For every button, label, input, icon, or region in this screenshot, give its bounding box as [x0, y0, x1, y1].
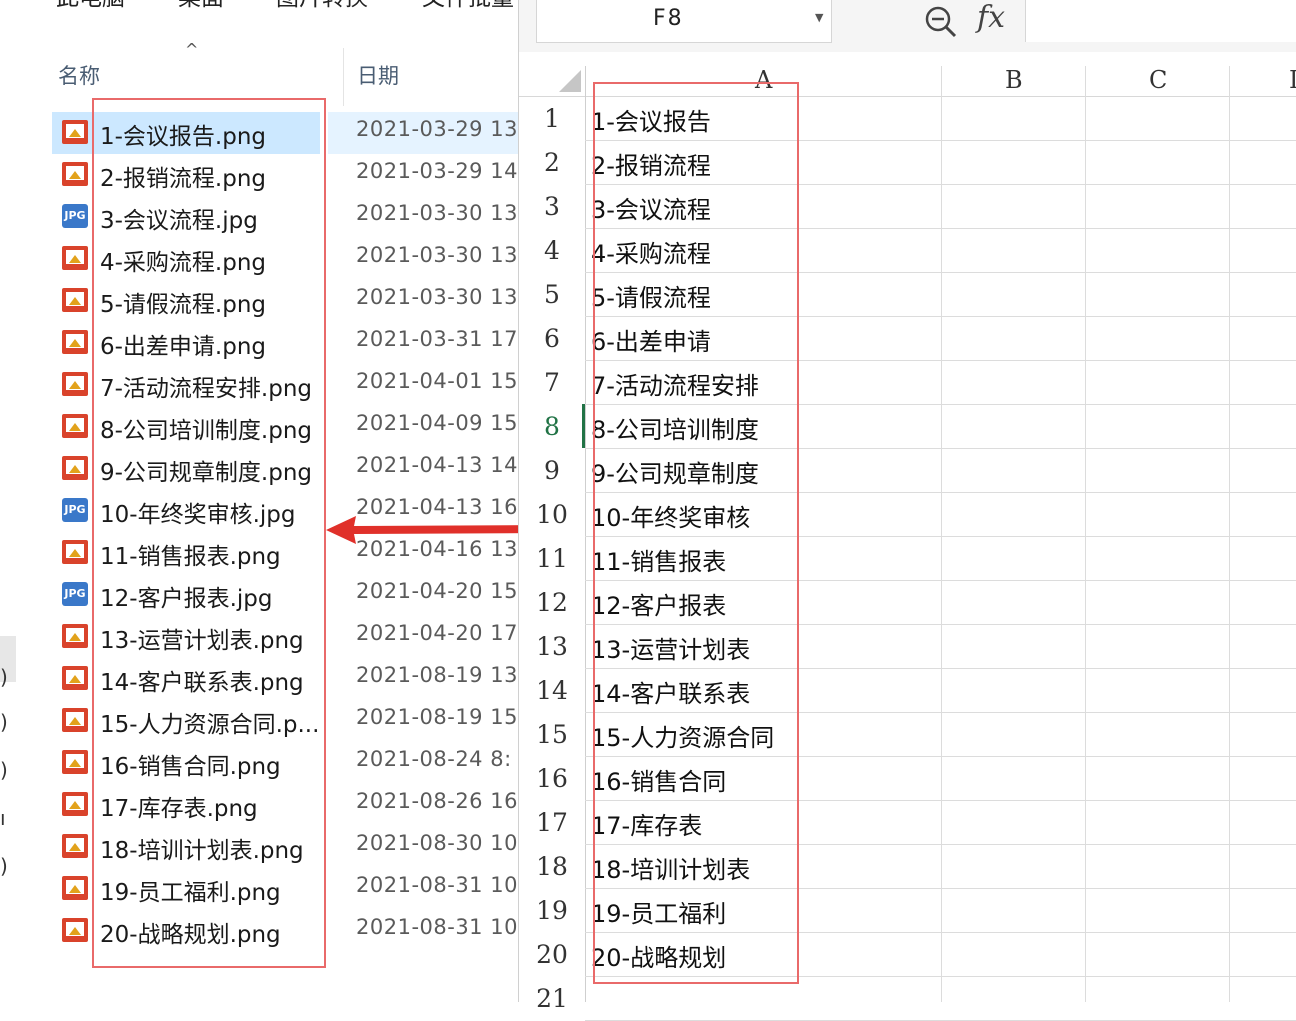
png-file-icon: [62, 750, 88, 774]
png-file-icon: [62, 876, 88, 900]
column-header-c[interactable]: C: [1149, 66, 1167, 94]
row-header[interactable]: 2: [519, 148, 585, 177]
png-file-icon: [62, 834, 88, 858]
name-box-value[interactable]: F8: [653, 6, 684, 31]
chevron-right-icon: ›: [248, 0, 256, 4]
function-icon[interactable]: fx: [977, 0, 1005, 35]
row-header[interactable]: 5: [519, 280, 585, 309]
name-box[interactable]: F8 ▼: [536, 0, 832, 43]
row-header[interactable]: 12: [519, 588, 585, 617]
png-file-icon: [62, 162, 88, 186]
column-divider[interactable]: [343, 48, 344, 106]
sort-ascending-icon[interactable]: ^: [185, 40, 198, 59]
png-file-icon: [62, 330, 88, 354]
chevron-right-icon: ›: [150, 0, 158, 4]
file-date: 2021-03-30 13: [356, 243, 518, 267]
breadcrumb-item[interactable]: 桌面: [178, 0, 224, 12]
active-row-indicator: [582, 404, 585, 448]
file-date: 2021-08-31 10: [356, 915, 518, 939]
row-header[interactable]: 10: [519, 500, 585, 529]
zoom-out-icon[interactable]: [923, 4, 959, 40]
chevron-right-icon: ›: [394, 0, 402, 4]
spreadsheet-window: F8 ▼ fx A B C D 11-会议报告22-报销流程33-会议流程44-…: [518, 0, 1296, 1021]
png-file-icon: [62, 288, 88, 312]
png-file-icon: [62, 120, 88, 144]
file-date: 2021-03-29 14: [356, 159, 518, 183]
breadcrumb-item[interactable]: 此电脑: [56, 0, 125, 12]
column-header-name[interactable]: 名称: [58, 60, 100, 90]
file-explorer-window: › 此电脑 › 桌面 › 图片转换 › 文件批量 ) ) ) ı ) ^ 名称 …: [0, 0, 518, 1002]
png-file-icon: [62, 792, 88, 816]
highlight-box: [593, 82, 799, 984]
breadcrumb-item[interactable]: 图片转换: [276, 0, 368, 12]
png-file-icon: [62, 414, 88, 438]
jpg-file-icon: JPG: [62, 582, 88, 606]
jpg-file-icon: JPG: [62, 498, 88, 522]
column-divider[interactable]: [941, 66, 942, 1002]
png-file-icon: [62, 540, 88, 564]
file-date: 2021-03-31 17: [356, 327, 518, 351]
column-header-b[interactable]: B: [1005, 66, 1023, 94]
row-header[interactable]: 19: [519, 896, 585, 925]
file-date: 2021-03-30 13: [356, 285, 518, 309]
row-header[interactable]: 20: [519, 940, 585, 969]
chevron-right-icon: ›: [26, 0, 34, 4]
file-date: 2021-08-26 16: [356, 789, 518, 813]
column-divider[interactable]: [1085, 66, 1086, 1002]
png-file-icon: [62, 372, 88, 396]
row-header[interactable]: 17: [519, 808, 585, 837]
file-date: 2021-04-20 15: [356, 579, 518, 603]
row-header[interactable]: 9: [519, 456, 585, 485]
file-date: 2021-08-31 10: [356, 873, 518, 897]
file-date: 2021-03-29 13: [356, 117, 518, 141]
png-file-icon: [62, 708, 88, 732]
cell-grid[interactable]: A B C D 11-会议报告22-报销流程33-会议流程44-采购流程55-请…: [519, 52, 1296, 1021]
dropdown-arrow-icon[interactable]: ▼: [815, 11, 823, 24]
file-date: 2021-08-24 8:: [356, 747, 512, 771]
png-file-icon: [62, 624, 88, 648]
file-date: 2021-04-01 15: [356, 369, 518, 393]
row-header-divider: [585, 66, 586, 1002]
red-arrow-annotation: [326, 516, 546, 544]
column-header-d[interactable]: D: [1289, 66, 1296, 94]
file-date: 2021-04-13 14: [356, 453, 518, 477]
file-date: 2021-08-19 13: [356, 663, 518, 687]
file-date: 2021-04-20 17: [356, 621, 518, 645]
png-file-icon: [62, 456, 88, 480]
row-header[interactable]: 4: [519, 236, 585, 265]
column-header-row: ^ 名称 日期: [18, 36, 518, 106]
row-header[interactable]: 21: [519, 984, 585, 1013]
column-divider[interactable]: [1229, 66, 1230, 1002]
png-file-icon: [62, 666, 88, 690]
row-header[interactable]: 15: [519, 720, 585, 749]
jpg-file-icon: JPG: [62, 204, 88, 228]
row-header[interactable]: 14: [519, 676, 585, 705]
select-all-corner[interactable]: [559, 70, 581, 92]
row-header[interactable]: 7: [519, 368, 585, 397]
column-header-date[interactable]: 日期: [357, 60, 399, 90]
row-header[interactable]: 8: [519, 412, 585, 441]
row-header[interactable]: 13: [519, 632, 585, 661]
formula-input[interactable]: [1025, 0, 1296, 42]
row-header[interactable]: 16: [519, 764, 585, 793]
file-date: 2021-04-09 15: [356, 411, 518, 435]
breadcrumb-item[interactable]: 文件批量: [422, 0, 514, 12]
file-date: 2021-08-30 10: [356, 831, 518, 855]
file-date: 2021-03-30 13: [356, 201, 518, 225]
row-header[interactable]: 6: [519, 324, 585, 353]
row-header[interactable]: 1: [519, 104, 585, 133]
png-file-icon: [62, 918, 88, 942]
row-header[interactable]: 3: [519, 192, 585, 221]
png-file-icon: [62, 246, 88, 270]
row-header[interactable]: 11: [519, 544, 585, 573]
breadcrumb: › 此电脑 › 桌面 › 图片转换 › 文件批量: [0, 0, 518, 14]
row-header[interactable]: 18: [519, 852, 585, 881]
file-date: 2021-08-19 15: [356, 705, 518, 729]
formula-bar: F8 ▼ fx: [519, 0, 1296, 52]
highlight-box: [92, 98, 326, 968]
